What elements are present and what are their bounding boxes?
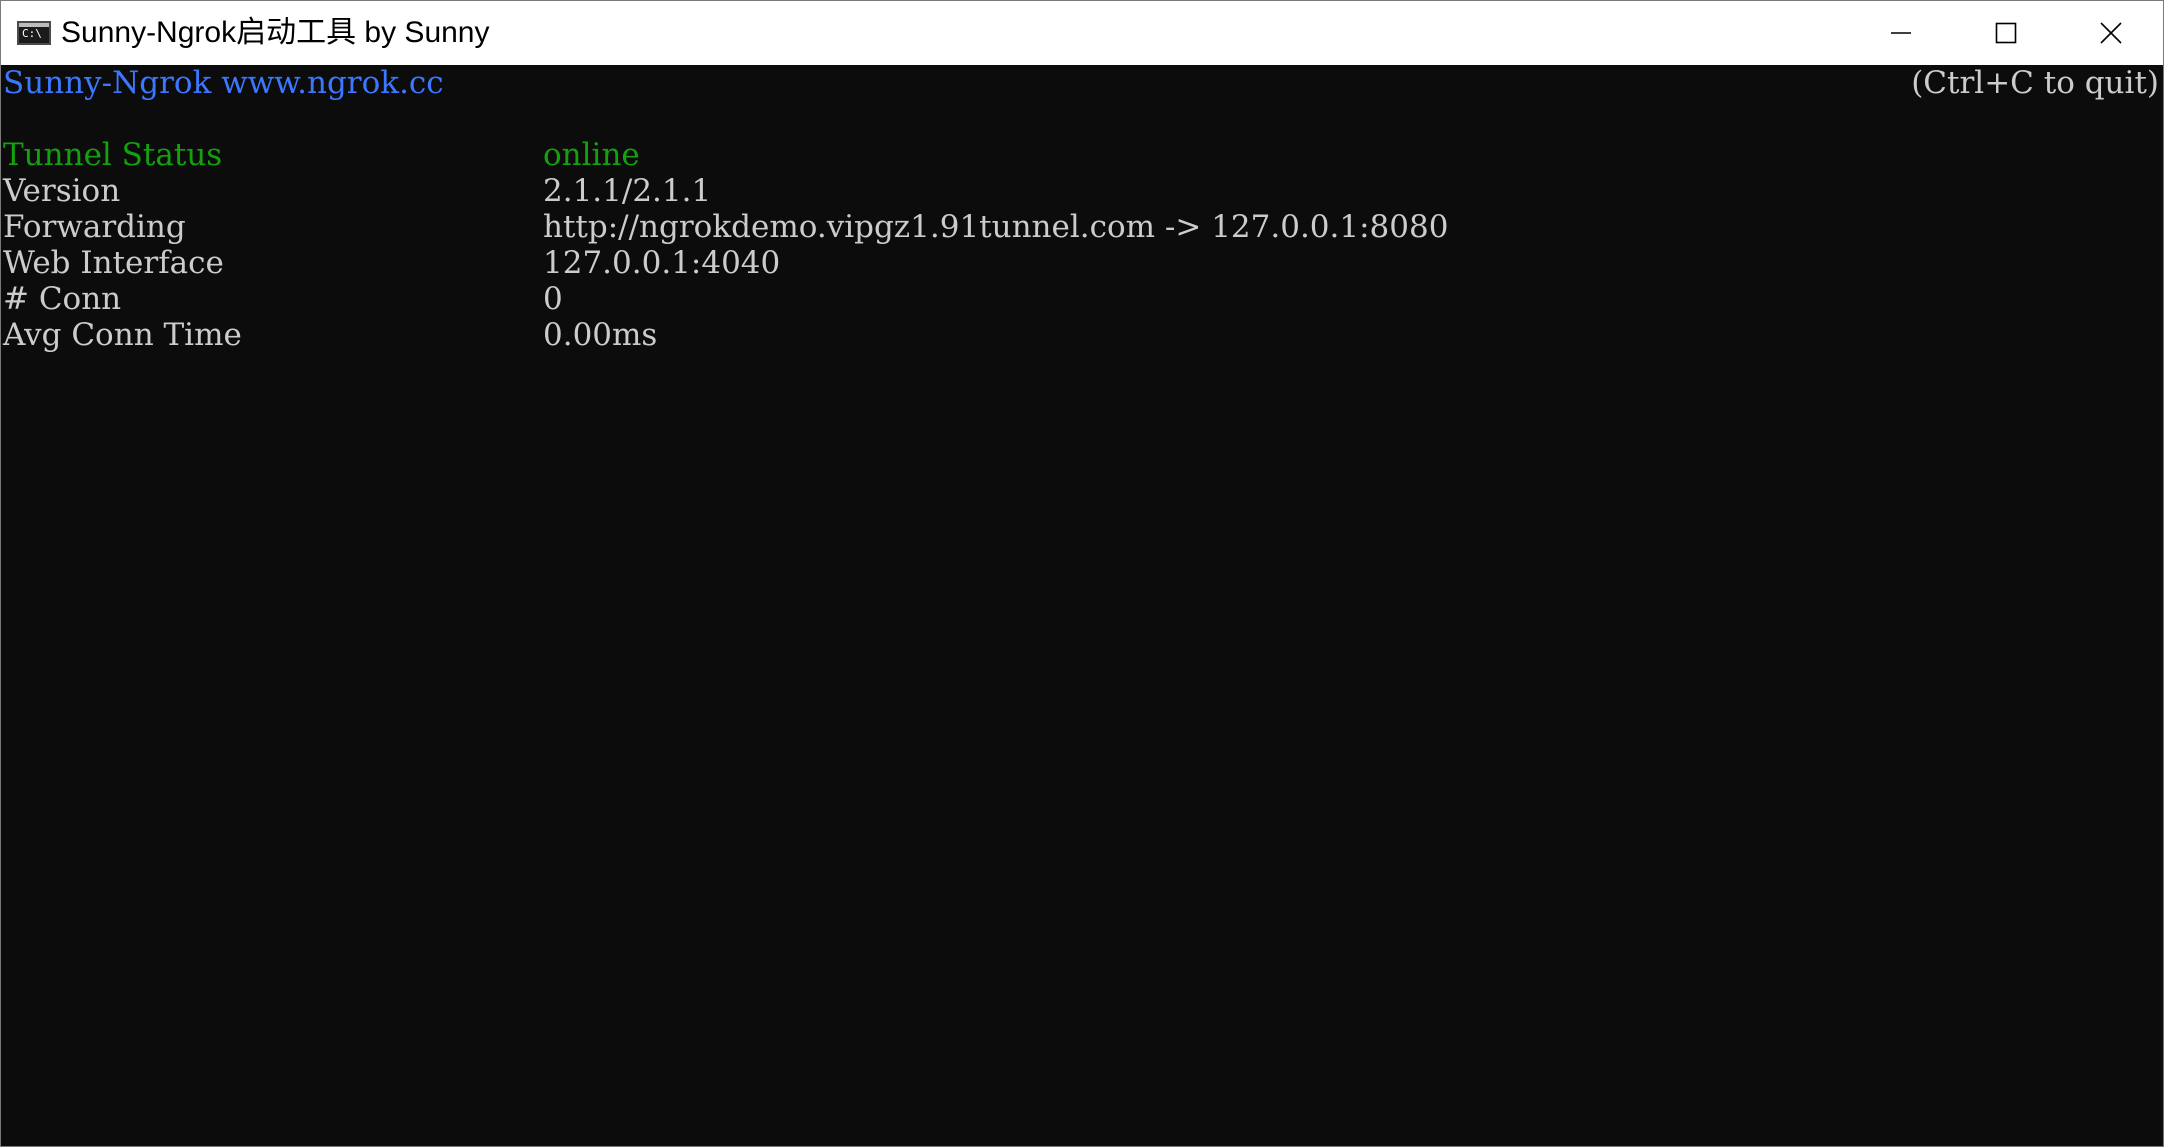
close-button[interactable] (2058, 1, 2163, 65)
window-title: Sunny-Ngrok启动工具 by Sunny (61, 16, 490, 49)
web-interface-value: 127.0.0.1:4040 (543, 245, 781, 281)
web-interface-label: Web Interface (3, 245, 224, 281)
version-value: 2.1.1/2.1.1 (543, 173, 712, 209)
tunnel-status-value: online (543, 137, 640, 173)
console-output[interactable]: Sunny-Ngrok www.ngrok.cc (Ctrl+C to quit… (1, 65, 2163, 1146)
avg-conn-time-value: 0.00ms (543, 317, 658, 353)
maximize-button[interactable] (1953, 1, 2058, 65)
conn-count-value: 0 (543, 281, 563, 317)
version-label: Version (3, 173, 121, 209)
avg-conn-time-label: Avg Conn Time (3, 317, 242, 353)
minimize-icon (1890, 32, 1911, 34)
minimize-button[interactable] (1848, 1, 1953, 65)
window-controls (1848, 1, 2163, 65)
quit-hint: (Ctrl+C to quit) (1911, 65, 2159, 101)
forwarding-label: Forwarding (3, 209, 186, 245)
forwarding-value: http://ngrokdemo.vipgz1.91tunnel.com -> … (543, 209, 1449, 245)
conn-count-label: # Conn (3, 281, 122, 317)
tunnel-status-label: Tunnel Status (3, 137, 223, 173)
close-icon (2099, 22, 2122, 44)
maximize-icon (1995, 22, 2016, 44)
title-bar[interactable]: C:\ Sunny-Ngrok启动工具 by Sunny (1, 1, 2163, 65)
console-header: Sunny-Ngrok www.ngrok.cc (3, 65, 444, 101)
cmd-console-icon: C:\ (17, 21, 51, 45)
console-window: C:\ Sunny-Ngrok启动工具 by Sunny Sunny-Ngrok… (0, 0, 2164, 1147)
